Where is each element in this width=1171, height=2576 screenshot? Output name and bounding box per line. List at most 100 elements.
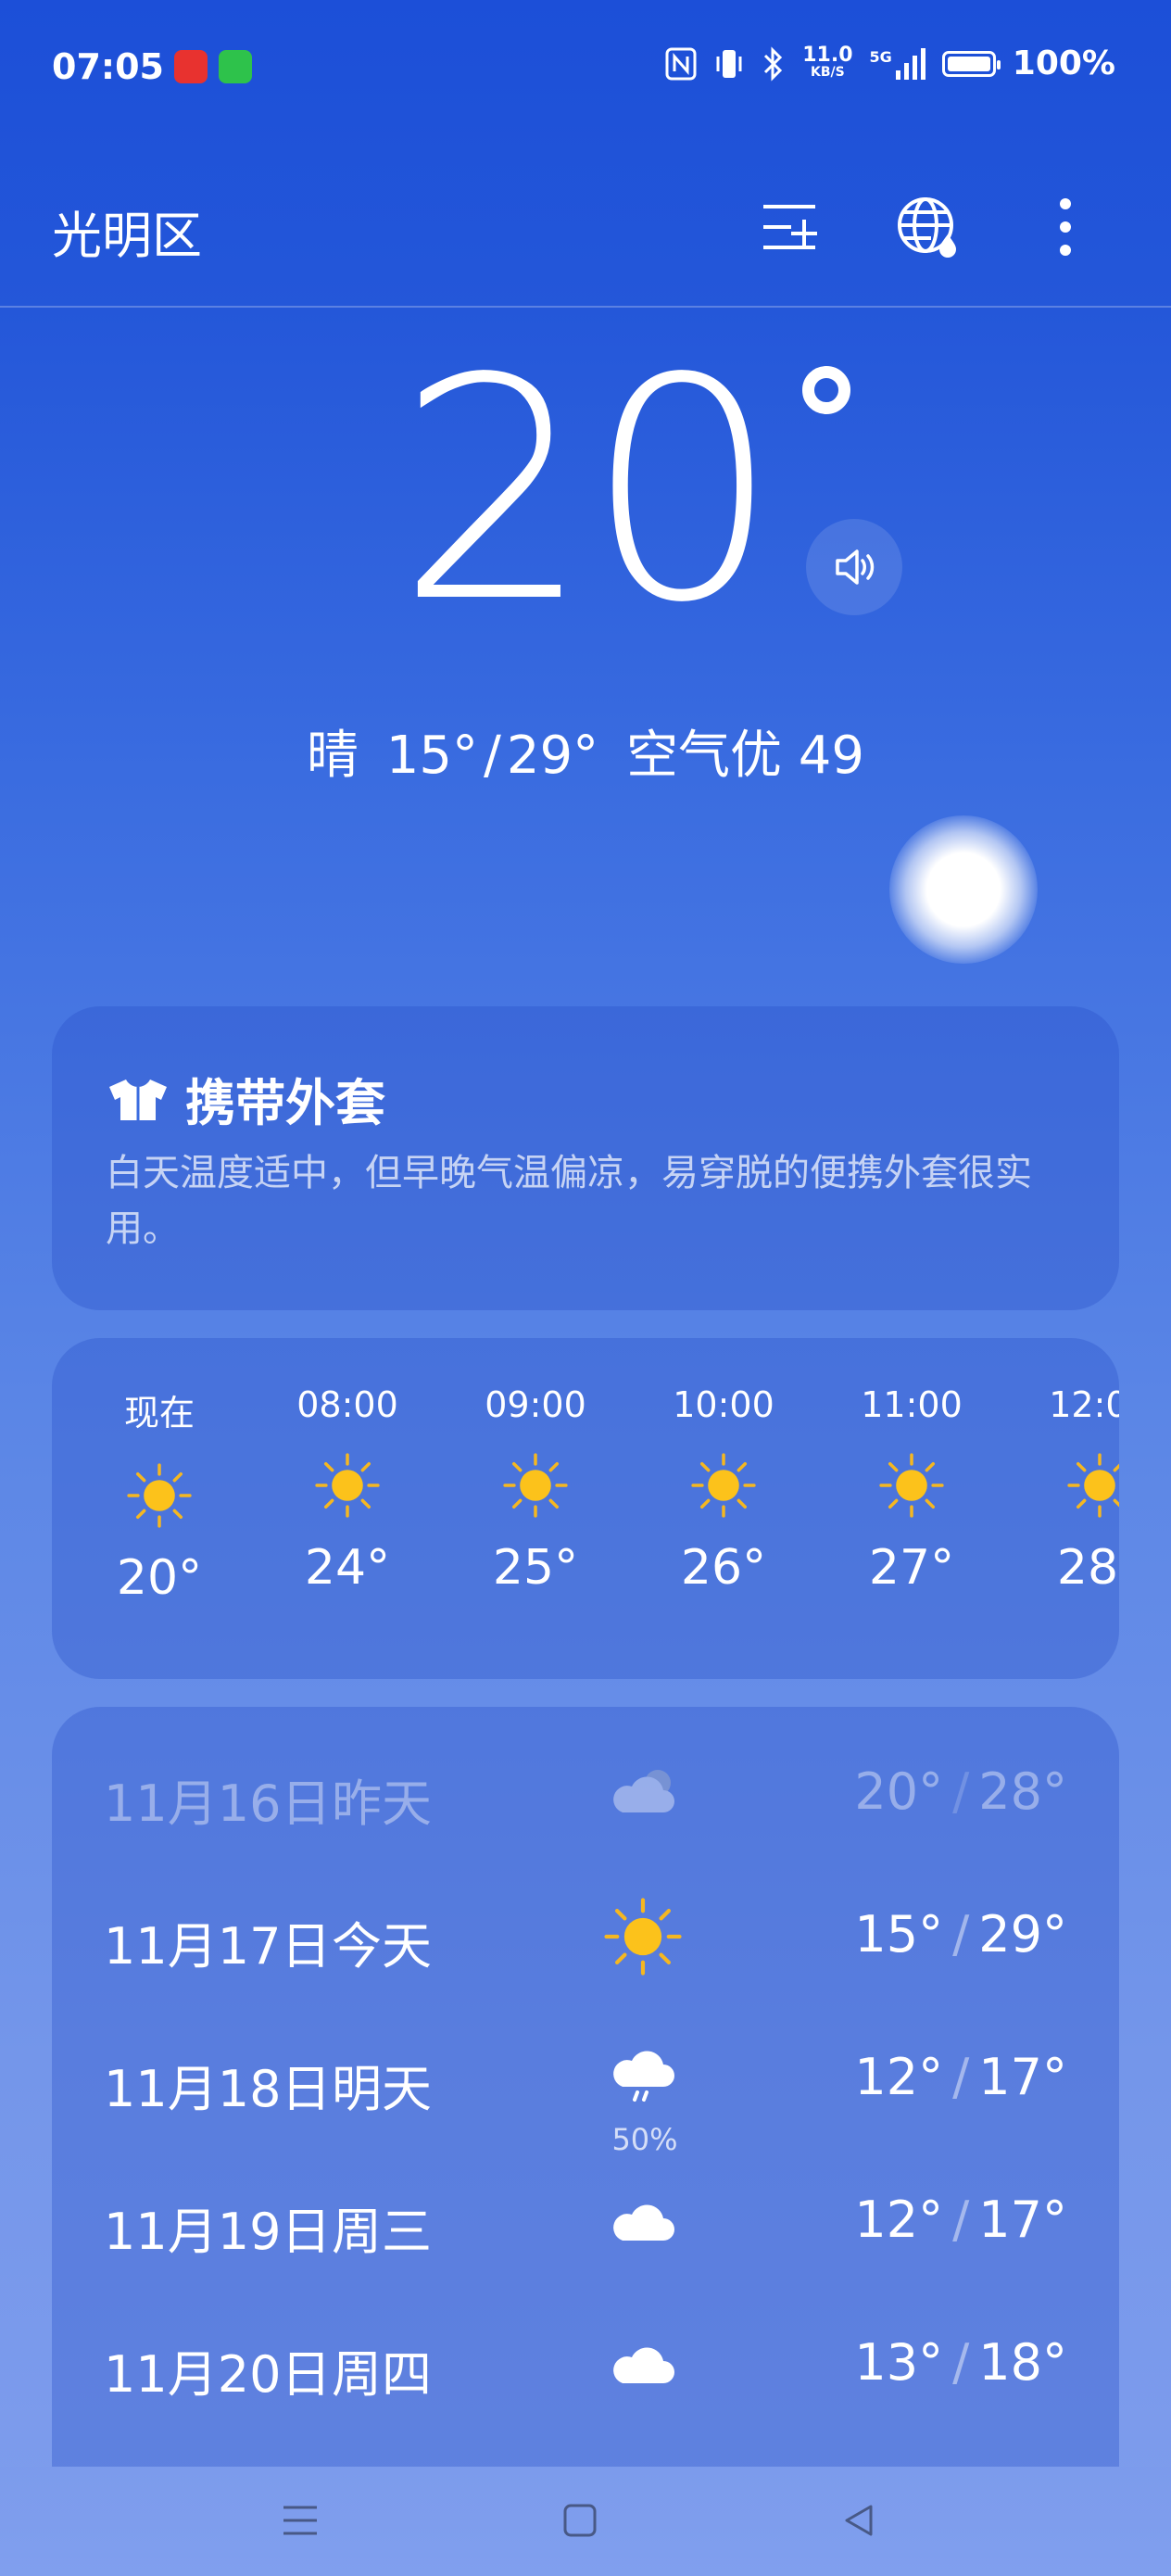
battery-percent: 100% — [1012, 44, 1115, 82]
bluetooth-icon — [764, 45, 783, 82]
net-speed: 11.0 KB/S — [802, 43, 853, 80]
vibrate-icon — [716, 49, 742, 78]
temp-low: 15° — [385, 726, 479, 786]
back-triangle-icon — [845, 2505, 873, 2536]
hourly-item: 10:00 26° — [659, 1384, 788, 1596]
hour-label: 10:00 — [673, 1384, 774, 1425]
hourly-item: 11:00 27° — [847, 1384, 976, 1596]
day-low: 12° — [854, 2191, 944, 2249]
day-weekday: 昨天 — [332, 1774, 432, 1833]
day-weekday: 今天 — [332, 1917, 432, 1976]
hour-label: 08:00 — [296, 1384, 398, 1425]
condition-text: 晴 — [306, 726, 359, 786]
range-separator: / — [952, 1762, 970, 1821]
weather-summary: 晴 15°/29° 空气优 49 — [306, 726, 865, 786]
hour-label: 12:00 — [1049, 1384, 1119, 1425]
day-high: 17° — [978, 2191, 1067, 2249]
sun-icon — [1067, 1453, 1119, 1518]
current-temperature: 20 — [397, 313, 780, 669]
partly-cloudy-icon — [604, 1755, 682, 1833]
cloud-icon — [604, 2326, 682, 2404]
sun-icon — [604, 1898, 682, 1976]
day-low: 20° — [854, 1762, 944, 1821]
hour-label: 现在 — [123, 1393, 195, 1433]
day-date: 11月18日 — [104, 2060, 332, 2118]
day-date: 11月20日 — [104, 2345, 332, 2404]
battery-icon — [941, 50, 1001, 77]
hour-temp: 24° — [304, 1540, 391, 1596]
sun-decoration — [889, 815, 1038, 964]
temp-high: 29° — [506, 726, 599, 786]
home-nav-button[interactable] — [552, 2493, 608, 2548]
range-separator: / — [952, 2191, 970, 2249]
status-time: 07:05 — [52, 46, 164, 87]
hour-label: 11:00 — [861, 1384, 963, 1425]
hour-temp: 20° — [116, 1550, 203, 1606]
day-weekday: 周三 — [332, 2203, 432, 2261]
hourly-item: 12:00 28° — [1035, 1384, 1119, 1596]
day-temp-range: 12°/17° — [854, 2191, 1067, 2249]
range-separator: / — [952, 1905, 970, 1964]
back-nav-button[interactable] — [832, 2493, 888, 2548]
sun-icon — [503, 1453, 568, 1518]
hourly-item: 09:00 25° — [471, 1384, 600, 1596]
hour-temp: 26° — [680, 1540, 767, 1596]
speaker-icon — [836, 549, 875, 585]
day-low: 12° — [854, 2048, 944, 2106]
tip-title: 携带外套 — [185, 1074, 385, 1132]
tip-text: 白天温度适中，但早晚气温偏凉，易穿脱的便携外套很实用。 — [106, 1152, 1032, 1250]
day-date: 11月17日 — [104, 1917, 332, 1976]
day-temp-range: 20°/28° — [854, 1762, 1067, 1821]
sun-icon — [691, 1453, 756, 1518]
signal-icon: 5G — [870, 47, 925, 80]
hourly-item: 08:00 24° — [283, 1384, 412, 1596]
daily-row[interactable]: 11月19日 周三 12°/17° — [52, 2165, 1119, 2276]
day-high: 17° — [978, 2048, 1067, 2106]
day-high: 28° — [978, 1762, 1067, 1821]
daily-forecast-card[interactable]: 11月16日 昨天 20°/28° 11月17日 今天 15°/29° 11月18日… — [52, 1707, 1119, 2467]
globe-icon[interactable] — [892, 190, 966, 264]
menu-nav-button[interactable] — [272, 2493, 328, 2548]
day-high: 18° — [978, 2333, 1067, 2392]
daily-row[interactable]: 11月16日 昨天 20°/28° — [52, 1736, 1119, 1848]
air-quality[interactable]: 空气优 49 — [626, 726, 864, 786]
day-low: 15° — [854, 1905, 944, 1964]
daily-row[interactable]: 11月18日 明天 50% 12°/17° — [52, 2022, 1119, 2157]
cloud-icon — [604, 2183, 682, 2261]
degree-symbol — [802, 366, 850, 414]
day-weekday: 明天 — [332, 2060, 432, 2118]
day-date: 11月16日 — [104, 1774, 332, 1833]
sun-icon — [315, 1453, 380, 1518]
speaker-button[interactable] — [806, 519, 902, 615]
more-icon[interactable] — [1028, 190, 1102, 264]
range-separator: / — [952, 2048, 970, 2106]
day-temp-range: 15°/29° — [854, 1905, 1067, 1964]
hour-temp: 28° — [1056, 1540, 1119, 1596]
home-square-icon — [563, 2504, 597, 2537]
navigation-bar — [0, 2467, 1171, 2576]
hour-temp: 27° — [868, 1540, 955, 1596]
day-temp-range: 12°/17° — [854, 2048, 1067, 2106]
message-notification-icon — [219, 50, 252, 83]
daily-row[interactable]: 11月17日 今天 15°/29° — [52, 1879, 1119, 1990]
hourly-forecast-card[interactable]: 现在 20° 08:00 24° 09:00 25° 10:00 26° 11:00 2… — [52, 1338, 1119, 1679]
hour-temp: 25° — [492, 1540, 579, 1596]
app-notification-icon — [174, 50, 208, 83]
daily-row[interactable]: 11月20日 周四 13°/18° — [52, 2307, 1119, 2418]
range-separator: / — [952, 2333, 970, 2392]
day-date: 11月19日 — [104, 2203, 332, 2261]
status-bar: 07:05 11.0 KB/S 5G 100% — [0, 37, 1171, 102]
add-city-icon[interactable] — [755, 190, 829, 264]
rain-icon — [604, 2040, 682, 2118]
day-low: 13° — [854, 2333, 944, 2392]
hourly-item: 现在 20° — [94, 1384, 224, 1606]
jacket-icon — [109, 1079, 167, 1120]
header-divider — [0, 306, 1171, 308]
day-temp-range: 13°/18° — [854, 2333, 1067, 2392]
day-weekday: 周四 — [332, 2345, 432, 2404]
tip-card[interactable]: 携带外套 白天温度适中，但早晚气温偏凉，易穿脱的便携外套很实用。 — [52, 1006, 1119, 1310]
nfc-icon — [665, 47, 697, 80]
hour-label: 09:00 — [485, 1384, 586, 1425]
location-title[interactable]: 光明区 — [52, 195, 202, 268]
menu-icon — [283, 2506, 317, 2535]
